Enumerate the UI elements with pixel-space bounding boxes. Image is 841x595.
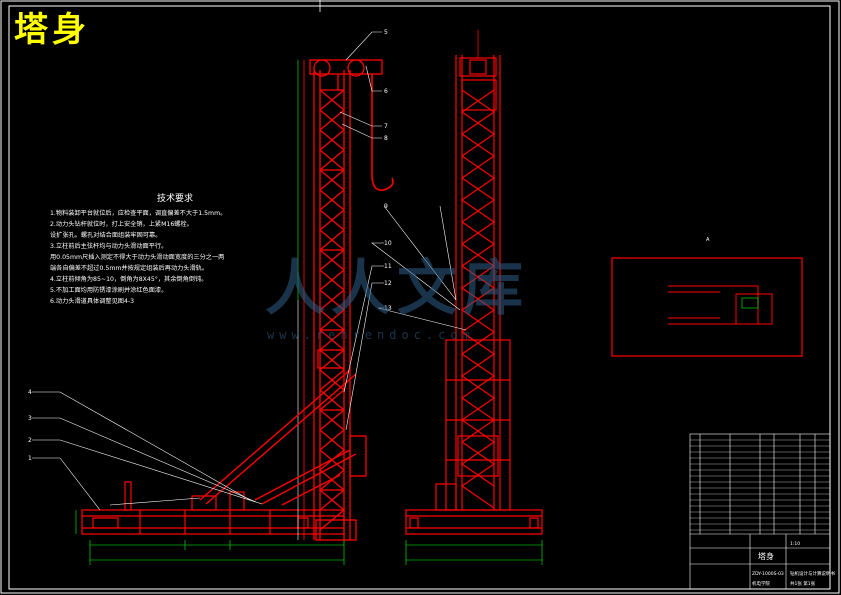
technical-requirements-title: 技术要求: [156, 194, 193, 204]
technical-requirements-list: 1.物料装卸平台就位后，应检查平面，调直偏差不大于1.5mm。 2.动力头钻杆就位…: [50, 208, 280, 307]
drawing-title: 塔身: [14, 10, 90, 50]
section-label: A: [706, 237, 710, 243]
balloon-8: 8: [384, 135, 388, 142]
base-frame-front: [405, 483, 543, 535]
title-block-drawing-no: ZDY-1000S-03: [752, 571, 784, 577]
requirement-line: 端各自偏差不超过0.5mm并按规定组装后再动力头滑轨。: [50, 265, 209, 272]
balloon-11: 11: [384, 263, 392, 270]
tower-column-side: [297, 59, 394, 541]
title-block-part-name: 塔身: [758, 551, 774, 561]
technical-requirements: 技术要求 1.物料装卸平台就位后，应检查平面，调直偏差不大于1.5mm。 2.动力…: [50, 193, 280, 307]
balloon-9: 9: [384, 203, 388, 210]
dimension-lines: [75, 60, 543, 565]
requirement-line: 设扩张孔。螺孔对结合面组装牢固可靠。: [50, 232, 162, 239]
title-block: [689, 433, 831, 590]
support-braces: [109, 369, 357, 506]
balloon-3: 3: [28, 415, 32, 422]
base-frame-side: [81, 481, 345, 535]
requirement-line: 3.立柱前后主弦杆均与动力头滑动面平行。: [50, 243, 168, 250]
requirement-line: 1.物料装卸平台就位后，应检查平面，调直偏差不大于1.5mm。: [50, 210, 227, 217]
section-detail-view: A: [611, 237, 803, 357]
balloon-4: 4: [28, 389, 32, 396]
title-block-project: 钻机设计与计算说明书: [790, 570, 835, 577]
balloon-6: 6: [384, 88, 388, 95]
balloon-7: 7: [384, 123, 388, 130]
balloon-1: 1: [28, 455, 32, 462]
requirement-line: 2.动力头钻杆就位时，打上安全销，上紧M16螺栓。: [50, 221, 193, 228]
requirement-line: 4.立柱前倾角为85~10，倒角为8X45°，其余倒角倒钝。: [50, 276, 208, 283]
balloon-12: 12: [384, 280, 392, 287]
requirement-line: 5.不加工面均用防锈漆涂刷并涂红色面漆。: [50, 287, 168, 294]
title-block-scale: 1:10: [790, 541, 800, 547]
balloon-13: 13: [384, 305, 392, 312]
title-block-school: 机电学院: [752, 580, 770, 587]
tower-column-front: [445, 30, 511, 511]
requirement-line: 用0.05mm尺插入测定不得大于动力头滑动面宽度的三分之一两: [50, 254, 225, 261]
title-block-sheet: 共1张 第1张: [790, 580, 816, 587]
balloon-5: 5: [384, 29, 388, 36]
requirement-line: 6.动力头滑道具体调整见图4-3: [50, 298, 135, 305]
balloon-10: 10: [384, 240, 392, 247]
balloon-2: 2: [28, 437, 32, 444]
